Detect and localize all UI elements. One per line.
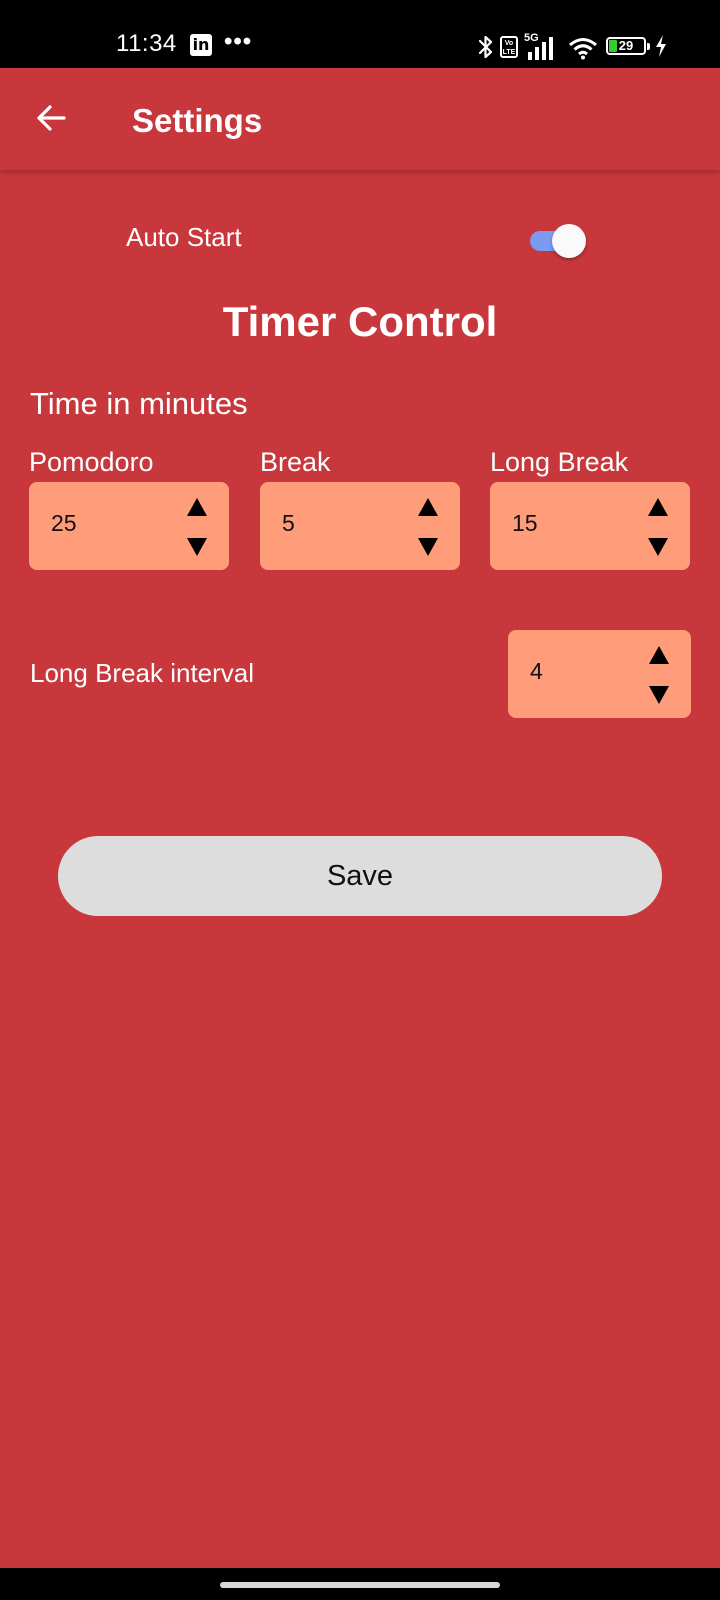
break-stepper[interactable]: 5 xyxy=(260,482,460,570)
toggle-thumb xyxy=(552,224,586,258)
break-value[interactable]: 5 xyxy=(282,510,295,537)
pomodoro-field: Pomodoro 25 xyxy=(29,446,229,570)
pomodoro-label: Pomodoro xyxy=(29,447,154,477)
decrement-icon[interactable] xyxy=(647,684,671,706)
long-break-interval-value[interactable]: 4 xyxy=(530,658,543,685)
decrement-icon[interactable] xyxy=(416,536,440,558)
increment-icon[interactable] xyxy=(185,496,209,518)
bluetooth-icon xyxy=(478,35,493,59)
break-label: Break xyxy=(260,447,331,477)
battery-level: 29 xyxy=(618,38,634,53)
section-title: Timer Control xyxy=(222,298,498,345)
wifi-icon xyxy=(569,38,597,60)
long-break-stepper[interactable]: 15 xyxy=(490,482,690,570)
long-break-interval-stepper[interactable]: 4 xyxy=(508,630,691,718)
back-arrow-icon[interactable] xyxy=(28,96,74,142)
decrement-icon[interactable] xyxy=(185,536,209,558)
long-break-value[interactable]: 15 xyxy=(512,510,538,537)
break-field: Break 5 xyxy=(260,446,460,570)
increment-icon[interactable] xyxy=(646,496,670,518)
pomodoro-stepper[interactable]: 25 xyxy=(29,482,229,570)
page-title: Settings xyxy=(132,102,263,139)
long-break-interval-label: Long Break interval xyxy=(30,658,255,688)
save-button[interactable]: Save xyxy=(58,836,662,916)
battery-icon: 29 xyxy=(606,37,646,55)
status-icons: Vo LTE 5G 29 xyxy=(476,32,686,62)
subsection-label: Time in minutes xyxy=(30,386,248,421)
decrement-icon[interactable] xyxy=(646,536,670,558)
more-notifications-icon: ••• xyxy=(224,28,253,55)
volte-icon: Vo LTE xyxy=(500,36,518,58)
charging-icon xyxy=(656,35,666,57)
increment-icon[interactable] xyxy=(416,496,440,518)
status-bar: 11:34 in ••• Vo LTE 5G 29 xyxy=(0,0,720,68)
navigation-bar xyxy=(0,1568,720,1600)
status-time: 11:34 xyxy=(116,30,177,57)
pomodoro-value[interactable]: 25 xyxy=(51,510,77,537)
long-break-label: Long Break xyxy=(490,447,629,477)
signal-icon xyxy=(528,37,553,60)
home-gesture-handle[interactable] xyxy=(220,1582,500,1588)
long-break-field: Long Break 15 xyxy=(490,446,690,570)
auto-start-label: Auto Start xyxy=(126,222,242,252)
increment-icon[interactable] xyxy=(647,644,671,666)
auto-start-toggle[interactable] xyxy=(528,222,588,258)
app-bar: Settings xyxy=(0,68,720,170)
linkedin-icon: in xyxy=(190,34,212,56)
